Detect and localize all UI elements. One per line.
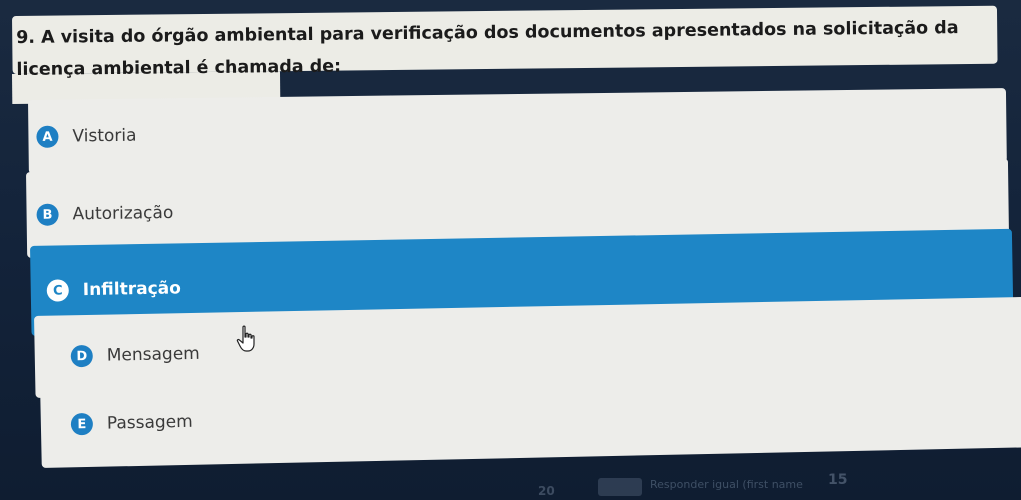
option-letter-badge: E xyxy=(70,412,94,436)
quiz-screen: 9. A visita do órgão ambiental para veri… xyxy=(0,0,1021,500)
option-label: Infiltração xyxy=(82,278,182,301)
option-letter-badge: A xyxy=(36,125,59,148)
option-letter-badge: D xyxy=(70,344,93,368)
option-label: Autorização xyxy=(72,202,174,225)
footer-number: 15 xyxy=(828,472,848,488)
footer-hint: Responder igual (first name xyxy=(650,478,803,491)
footer-button[interactable] xyxy=(598,478,642,496)
question-text: 9. A visita do órgão ambiental para veri… xyxy=(16,18,959,80)
option-letter-badge: C xyxy=(46,279,69,302)
option-letter-badge: B xyxy=(36,203,59,226)
option-label: Vistoria xyxy=(72,125,137,147)
footer-number-left: 20 xyxy=(538,484,555,498)
option-label: Mensagem xyxy=(106,343,200,366)
option-label: Passagem xyxy=(106,411,193,434)
hand-pointer-icon xyxy=(236,325,255,352)
